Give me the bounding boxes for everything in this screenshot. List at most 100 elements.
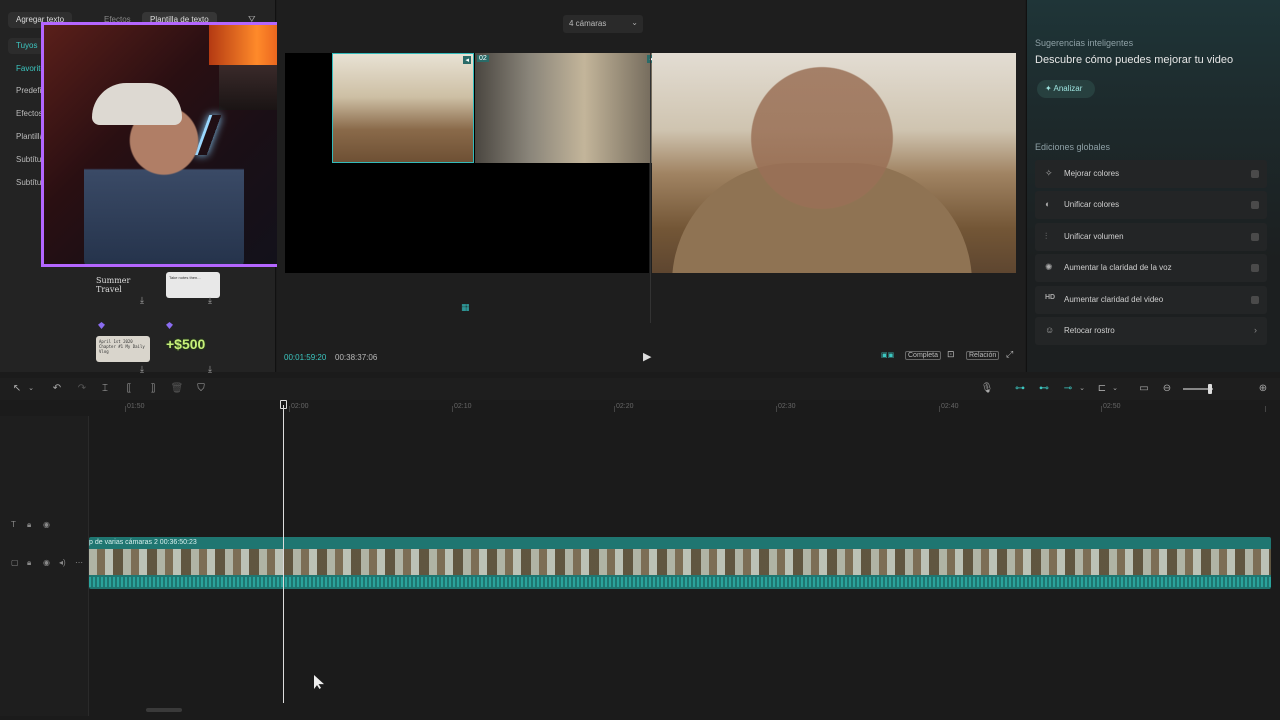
horizontal-scrollbar[interactable] [146,708,182,712]
zoom-slider-handle[interactable] [1208,384,1212,394]
camera-2-view[interactable]: 02 ◂ [475,53,657,163]
play-button[interactable]: ▶ [643,350,657,364]
download-icon[interactable]: ⤓ [205,364,215,374]
global-edit-label: Unificar volumen [1064,232,1124,241]
download-icon[interactable]: ⤓ [137,295,147,305]
quality-button[interactable]: Completa [905,351,941,360]
global-edit-claridad-video[interactable]: HD Aumentar claridad del video [1035,286,1267,314]
microphone-icon[interactable]: 🎙 [980,382,994,396]
tick-label: 02:20 [616,403,634,410]
global-edit-label: Aumentar claridad del video [1064,295,1164,304]
marker-icon[interactable]: ⛉ [194,382,208,396]
trim-left-icon[interactable]: ⟦ [122,382,136,396]
tick-mark [1265,406,1266,412]
snapshot-icon[interactable]: ⊡ [947,349,955,360]
zoom-out-icon[interactable]: ⊖ [1160,382,1174,396]
eye-icon[interactable]: ◉ [43,520,53,530]
toggle-icon[interactable] [1251,264,1259,272]
chevron-down-icon[interactable]: ⌄ [1108,382,1122,396]
preview-axis-icon[interactable]: ⊏ [1095,382,1109,396]
lock-icon[interactable]: 🔒︎ [27,558,37,568]
subtitle-icon[interactable]: ▭ [1137,382,1151,396]
tick-mark [939,406,940,412]
global-edit-label: Retocar rostro [1064,326,1115,335]
chevron-down-icon[interactable]: ⌄ [24,382,38,396]
tick-mark [1101,406,1102,412]
template-price[interactable]: +$500 [166,336,220,362]
speaker-icon[interactable]: ◂) [59,558,69,568]
zoom-in-icon[interactable]: ⊕ [1256,382,1270,396]
tick-label: 02:50 [1103,403,1121,410]
ratio-button[interactable]: Relación [966,351,1000,360]
premium-gem-icon [166,322,173,329]
global-edits-title: Ediciones globales [1035,142,1111,152]
template-summer-travel[interactable]: Summer Travel [96,270,150,296]
chevron-down-icon[interactable]: ⌄ [1075,382,1089,396]
playhead[interactable] [283,405,284,703]
tick-label: 02:30 [778,403,796,410]
clip-waveform [89,577,1271,587]
track-header: T 🔒︎ ◉ ▢ 🔒︎ ◉ ◂) ⋯ [0,416,89,716]
webcam-cap [92,83,182,125]
magnet-icon[interactable]: ⊷ [1037,382,1051,396]
current-time: 00:01:59:20 [284,353,327,362]
tick-label: 02:00 [291,403,309,410]
sparkle-icon: ✺ [1045,262,1053,272]
clip-thumbnails [89,549,1271,575]
global-edit-unificar-volumen[interactable]: ⫶ Unificar volumen [1035,223,1267,251]
delete-icon[interactable]: 🗑 [170,382,184,396]
preview-panel: 4 cámaras ⌄ ◂ 02 ◂ ▦ 00:01:59:20 00:38:3… [277,0,1025,372]
redo-icon[interactable]: ↷ [75,382,89,396]
toggle-icon[interactable] [1251,233,1259,241]
tick-mark [614,406,615,412]
tick-mark [776,406,777,412]
grid-icon[interactable]: ▦ [461,302,471,312]
undo-icon[interactable]: ↶ [50,382,64,396]
toggle-icon[interactable] [1251,201,1259,209]
tick-mark [289,406,290,412]
snap-icon[interactable]: ⊸ [1061,382,1075,396]
global-edit-mejorar-colores[interactable]: ✧ Mejorar colores [1035,160,1267,188]
more-icon[interactable]: ⋯ [75,558,85,568]
face-icon: ☺ [1045,325,1055,335]
toggle-icon[interactable] [1251,170,1259,178]
chevron-right-icon: › [1254,325,1257,335]
camera-1-view[interactable]: ◂ [332,53,474,163]
hd-icon: HD [1045,294,1056,301]
download-icon[interactable]: ⤓ [137,364,147,374]
global-edit-claridad-voz[interactable]: ✺ Aumentar la claridad de la voz [1035,254,1267,282]
sparkle-icon: ✦ [1045,84,1052,93]
tick-label: 02:10 [454,403,472,410]
analyze-label: Analizar [1053,84,1083,93]
global-edit-label: Mejorar colores [1064,169,1120,178]
toggle-icon[interactable] [1251,296,1259,304]
fullscreen-icon[interactable]: ⤢ [1006,349,1013,360]
tick-mark [125,406,126,412]
camera-audio-icon: ◂ [463,56,471,64]
eye-icon[interactable]: ◉ [43,558,53,568]
link-icon[interactable]: ⊶ [1013,382,1027,396]
global-edit-retocar-rostro[interactable]: ☺ Retocar rostro › [1035,317,1267,345]
time-ruler[interactable]: 01:50 02:00 02:10 02:20 02:30 02:40 02:5… [89,400,1280,416]
analyze-button[interactable]: ✦ Analizar [1037,80,1095,98]
template-april-vlog[interactable]: April 1st 2020 Chapter #1 My Daily Vlog [96,336,150,362]
clip-label: p de varias cámaras 2 00:36:50:23 [89,539,197,546]
multicam-grid: ◂ 02 ◂ [285,53,657,273]
global-edit-unificar-colores[interactable]: ◐ Unificar colores [1035,191,1267,219]
select-tool-icon[interactable]: ↖ [10,382,24,396]
camera-count-select[interactable]: 4 cámaras ⌄ [563,15,643,33]
lock-icon[interactable]: 🔒︎ [27,520,37,530]
palette-icon: ◐ [1045,199,1051,209]
timeline-toolbar: ↖ ⌄ ↶ ↷ ⌶ ⟦ ⟧ 🗑 ⛉ 🎙 ⊶ ⊷ ⊸ ⌄ ⊏ ⌄ ▭ ⊖ ⊕ [0,378,1280,400]
tick-mark [452,406,453,412]
multicam-clip[interactable]: p de varias cámaras 2 00:36:50:23 [89,537,1271,589]
wand-icon: ✧ [1045,168,1053,178]
trim-right-icon[interactable]: ⟧ [146,382,160,396]
camera-count-value: 4 cámaras [569,19,607,28]
split-icon[interactable]: ⌶ [98,382,112,396]
smart-suggestions-subtitle: Descubre cómo puedes mejorar tu video [1035,54,1234,66]
multicam-view-icon[interactable]: ▣▣ [881,351,894,359]
premium-gem-icon [98,322,105,329]
download-icon[interactable]: ⤓ [205,295,215,305]
tick-label: 02:40 [941,403,959,410]
